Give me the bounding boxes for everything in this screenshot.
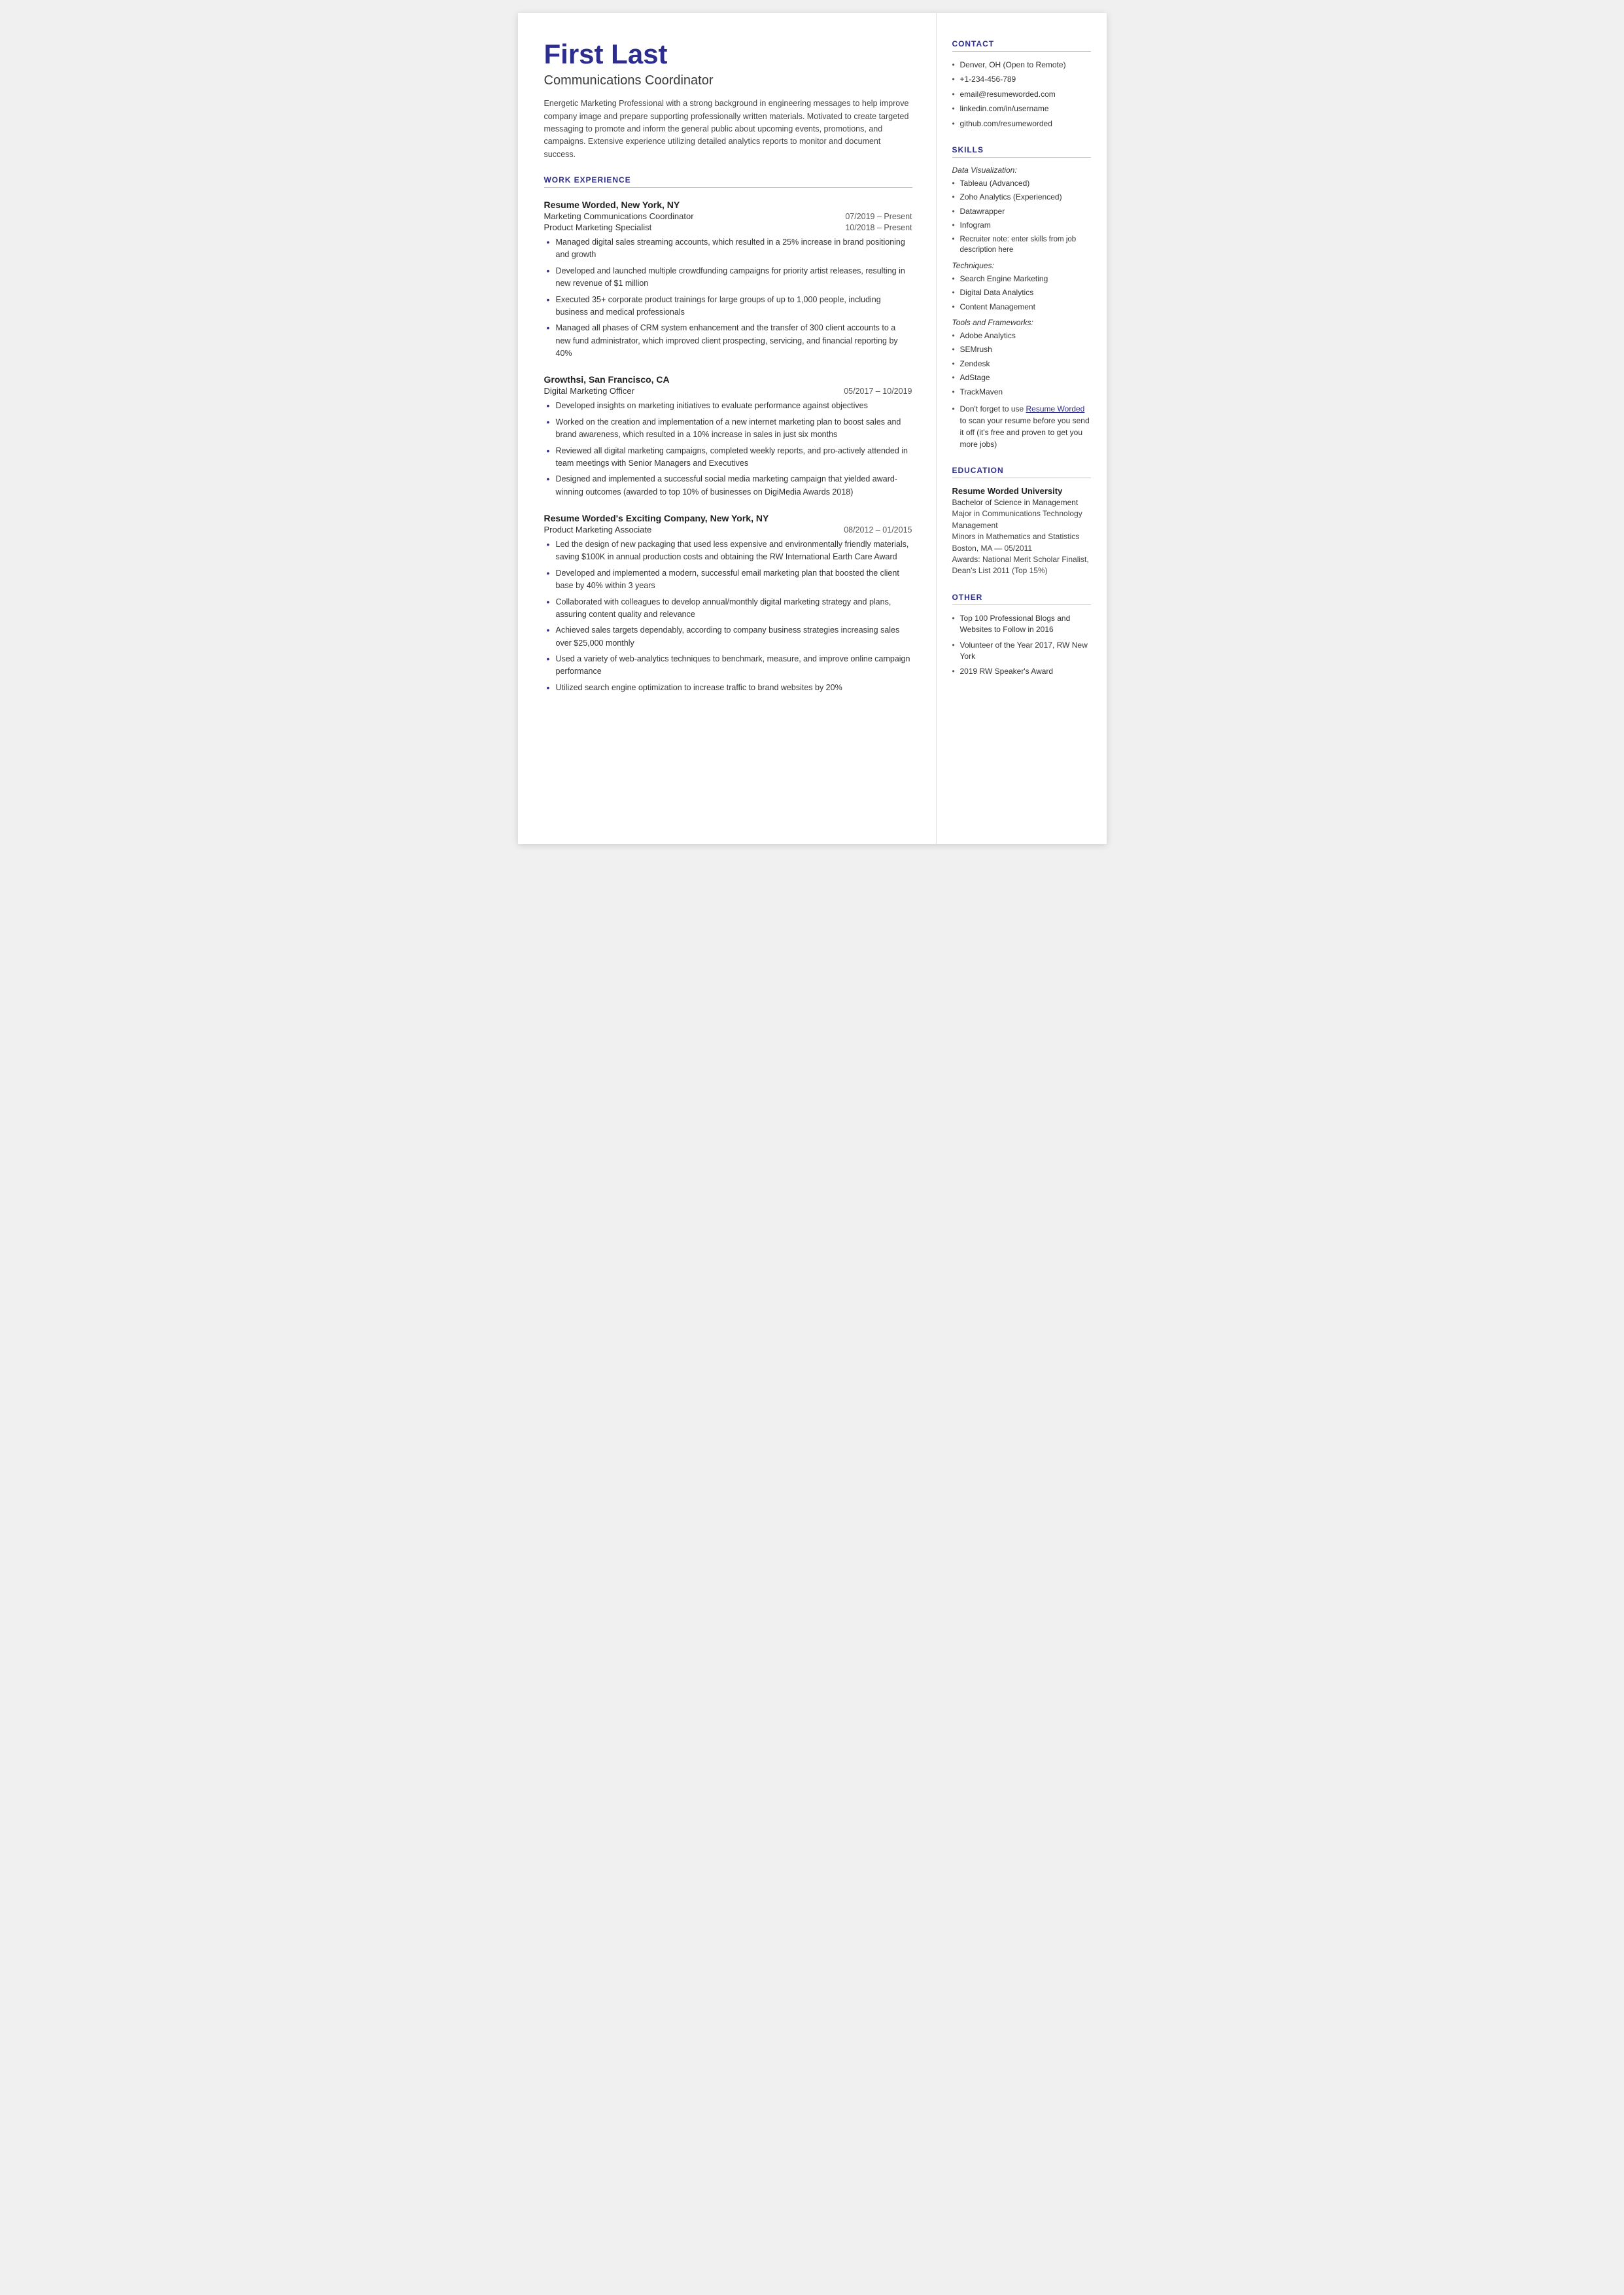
skills-section: SKILLS Data Visualization: Tableau (Adva… <box>952 145 1091 450</box>
education-header: EDUCATION <box>952 466 1091 478</box>
bullet-1-3: Managed all phases of CRM system enhance… <box>547 322 912 360</box>
techniques-label: Techniques: <box>952 261 1091 270</box>
job-title-2a: Digital Marketing Officer <box>544 386 634 396</box>
edu-awards: Awards: National Merit Scholar Finalist,… <box>952 554 1091 577</box>
edu-major: Major in Communications Technology Manag… <box>952 508 1091 531</box>
bullet-1-2: Executed 35+ corporate product trainings… <box>547 294 912 319</box>
job-dates-1b: 10/2018 – Present <box>845 223 912 232</box>
contact-item-0: Denver, OH (Open to Remote) <box>952 60 1091 71</box>
bullet-1-0: Managed digital sales streaming accounts… <box>547 236 912 262</box>
education-section: EDUCATION Resume Worded University Bache… <box>952 466 1091 577</box>
skill-dv-2: Datawrapper <box>952 206 1091 217</box>
tools-list: Adobe Analytics SEMrush Zendesk AdStage … <box>952 330 1091 398</box>
contact-item-1: +1-234-456-789 <box>952 74 1091 85</box>
job-dates-2a: 05/2017 – 10/2019 <box>844 387 912 396</box>
job-title-3a: Product Marketing Associate <box>544 525 652 534</box>
skill-tech-1: Digital Data Analytics <box>952 287 1091 298</box>
left-column: First Last Communications Coordinator En… <box>518 13 937 844</box>
data-viz-label: Data Visualization: <box>952 166 1091 175</box>
job-block-2: Growthsi, San Francisco, CA Digital Mark… <box>544 374 912 499</box>
bullet-1-1: Developed and launched multiple crowdfun… <box>547 265 912 290</box>
tools-label: Tools and Frameworks: <box>952 318 1091 327</box>
job-company-3: Resume Worded's Exciting Company, New Yo… <box>544 513 912 523</box>
edu-school: Resume Worded University <box>952 486 1091 496</box>
job-row-3a: Product Marketing Associate 08/2012 – 01… <box>544 525 912 534</box>
other-item-1: Volunteer of the Year 2017, RW New York <box>952 640 1091 663</box>
contact-item-2: email@resumeworded.com <box>952 89 1091 100</box>
skill-tech-2: Content Management <box>952 302 1091 313</box>
skill-dv-0: Tableau (Advanced) <box>952 178 1091 189</box>
skill-tool-1: SEMrush <box>952 344 1091 355</box>
contact-header: CONTACT <box>952 39 1091 52</box>
bullet-3-1: Developed and implemented a modern, succ… <box>547 567 912 593</box>
skill-dv-1: Zoho Analytics (Experienced) <box>952 192 1091 203</box>
other-list: Top 100 Professional Blogs and Websites … <box>952 613 1091 678</box>
summary: Energetic Marketing Professional with a … <box>544 97 912 161</box>
job-title: Communications Coordinator <box>544 73 912 88</box>
other-header: OTHER <box>952 593 1091 605</box>
resume-container: First Last Communications Coordinator En… <box>518 13 1107 844</box>
job-bullets-2: Developed insights on marketing initiati… <box>544 400 912 499</box>
full-name: First Last <box>544 39 912 69</box>
job-row-1b: Product Marketing Specialist 10/2018 – P… <box>544 222 912 232</box>
bullet-3-2: Collaborated with colleagues to develop … <box>547 596 912 622</box>
edu-block-1: Resume Worded University Bachelor of Sci… <box>952 486 1091 577</box>
skill-tool-3: AdStage <box>952 372 1091 383</box>
contact-item-4: github.com/resumeworded <box>952 118 1091 130</box>
skills-recruiter-note: Recruiter note: enter skills from job de… <box>952 234 1091 256</box>
bullet-2-2: Reviewed all digital marketing campaigns… <box>547 445 912 470</box>
edu-location-date: Boston, MA — 05/2011 <box>952 543 1091 554</box>
data-viz-list: Tableau (Advanced) Zoho Analytics (Exper… <box>952 178 1091 232</box>
job-company-1: Resume Worded, New York, NY <box>544 200 912 210</box>
bullet-3-3: Achieved sales targets dependably, accor… <box>547 624 912 650</box>
job-bullets-1: Managed digital sales streaming accounts… <box>544 236 912 360</box>
contact-section: CONTACT Denver, OH (Open to Remote) +1-2… <box>952 39 1091 130</box>
other-item-2: 2019 RW Speaker's Award <box>952 666 1091 677</box>
work-experience-section: WORK EXPERIENCE Resume Worded, New York,… <box>544 175 912 694</box>
right-column: CONTACT Denver, OH (Open to Remote) +1-2… <box>937 13 1107 844</box>
skills-header: SKILLS <box>952 145 1091 158</box>
job-dates-1a: 07/2019 – Present <box>845 212 912 221</box>
skill-tech-0: Search Engine Marketing <box>952 273 1091 285</box>
work-experience-header: WORK EXPERIENCE <box>544 175 912 188</box>
bullet-2-3: Designed and implemented a successful so… <box>547 473 912 499</box>
job-title-1a: Marketing Communications Coordinator <box>544 211 694 221</box>
skill-tool-2: Zendesk <box>952 359 1091 370</box>
bullet-2-1: Worked on the creation and implementatio… <box>547 416 912 442</box>
other-section: OTHER Top 100 Professional Blogs and Web… <box>952 593 1091 678</box>
skills-promo: Don't forget to use Resume Worded to sca… <box>952 403 1091 450</box>
job-row-1a: Marketing Communications Coordinator 07/… <box>544 211 912 221</box>
job-bullets-3: Led the design of new packaging that use… <box>544 538 912 694</box>
job-row-2a: Digital Marketing Officer 05/2017 – 10/2… <box>544 386 912 396</box>
edu-minors: Minors in Mathematics and Statistics <box>952 531 1091 542</box>
skill-dv-3: Infogram <box>952 220 1091 231</box>
resume-worded-link[interactable]: Resume Worded <box>1026 404 1085 413</box>
skill-tool-0: Adobe Analytics <box>952 330 1091 342</box>
job-dates-3a: 08/2012 – 01/2015 <box>844 525 912 534</box>
contact-list: Denver, OH (Open to Remote) +1-234-456-7… <box>952 60 1091 130</box>
name-title-block: First Last Communications Coordinator En… <box>544 39 912 161</box>
job-block-1: Resume Worded, New York, NY Marketing Co… <box>544 200 912 360</box>
techniques-list: Search Engine Marketing Digital Data Ana… <box>952 273 1091 313</box>
bullet-3-0: Led the design of new packaging that use… <box>547 538 912 564</box>
job-block-3: Resume Worded's Exciting Company, New Yo… <box>544 513 912 694</box>
job-title-1b: Product Marketing Specialist <box>544 222 652 232</box>
other-item-0: Top 100 Professional Blogs and Websites … <box>952 613 1091 636</box>
skill-tool-4: TrackMaven <box>952 387 1091 398</box>
bullet-3-4: Used a variety of web-analytics techniqu… <box>547 653 912 678</box>
contact-item-3: linkedin.com/in/username <box>952 103 1091 114</box>
bullet-3-5: Utilized search engine optimization to i… <box>547 682 912 694</box>
job-company-2: Growthsi, San Francisco, CA <box>544 374 912 385</box>
edu-degree: Bachelor of Science in Management <box>952 497 1091 508</box>
bullet-2-0: Developed insights on marketing initiati… <box>547 400 912 412</box>
